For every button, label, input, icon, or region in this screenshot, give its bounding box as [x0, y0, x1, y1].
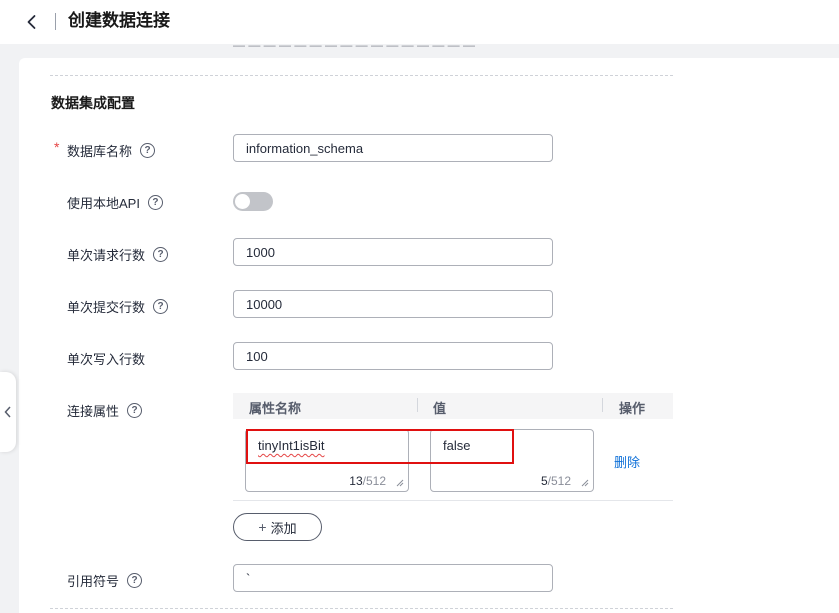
table-row-divider [233, 500, 673, 501]
delete-row-link[interactable]: 删除 [614, 452, 640, 471]
commit-rows-value: 10000 [246, 296, 283, 312]
quote-char-label: 引用符号 ? [67, 571, 143, 590]
commit-rows-label: 单次提交行数 ? [67, 297, 169, 316]
char-counter: 13/512 [349, 474, 386, 488]
write-rows-label-text: 单次写入行数 [67, 352, 146, 367]
col-header-action: 操作 [619, 401, 646, 416]
help-icon[interactable]: ? [140, 143, 156, 158]
local-api-label-text: 使用本地API [67, 196, 140, 211]
add-property-button[interactable]: + 添加 [233, 513, 322, 541]
write-rows-value: 100 [246, 348, 268, 364]
collapse-sidebar-handle[interactable] [0, 372, 16, 452]
props-table-header: 属性名称 值 操作 [233, 393, 673, 419]
conn-props-label-text: 连接属性 [67, 404, 120, 419]
col-divider [602, 398, 603, 412]
char-counter: 5/512 [541, 474, 571, 488]
section-divider-bottom [50, 608, 673, 609]
col-header-name: 属性名称 [249, 401, 302, 416]
fetch-rows-label: 单次请求行数 ? [67, 245, 169, 264]
required-mark: * [54, 139, 60, 155]
help-icon[interactable]: ? [127, 573, 143, 588]
toggle-knob [235, 194, 250, 209]
title-divider [55, 13, 56, 30]
char-count-max: /512 [547, 474, 571, 488]
back-button[interactable] [20, 10, 44, 34]
db-name-input[interactable]: information_schema [233, 134, 553, 162]
char-count-current: 5 [540, 474, 548, 488]
resize-handle-icon[interactable] [396, 479, 404, 487]
section-title: 数据集成配置 [51, 95, 135, 111]
commit-rows-input[interactable]: 10000 [233, 290, 553, 318]
resize-handle-icon[interactable] [581, 479, 589, 487]
db-name-label-text: 数据库名称 [67, 144, 133, 159]
quote-char-value: ` [246, 570, 251, 586]
commit-rows-label-text: 单次提交行数 [67, 300, 146, 315]
db-name-value: information_schema [246, 140, 364, 156]
plus-icon: + [258, 519, 267, 535]
quote-char-input[interactable]: ` [233, 564, 553, 592]
local-api-toggle[interactable] [233, 192, 273, 211]
fetch-rows-input[interactable]: 1000 [233, 238, 553, 266]
col-header-value: 值 [433, 401, 447, 416]
help-icon[interactable]: ? [127, 403, 143, 418]
fetch-rows-value: 1000 [246, 244, 275, 260]
write-rows-label: 单次写入行数 [67, 349, 145, 368]
char-count-current: 13 [349, 474, 363, 488]
local-api-label: 使用本地API ? [67, 193, 163, 212]
conn-props-label: 连接属性 ? [67, 401, 143, 420]
write-rows-input[interactable]: 100 [233, 342, 553, 370]
page-title: 创建数据连接 [68, 11, 170, 30]
clipped-help-text: — — — — — — — — — — — — — — — — [233, 44, 476, 52]
chevron-left-icon [27, 15, 36, 29]
section-divider-top [50, 75, 673, 76]
col-divider [417, 398, 418, 412]
help-icon[interactable]: ? [147, 195, 163, 210]
quote-char-label-text: 引用符号 [67, 574, 120, 589]
db-name-label: 数据库名称 ? [67, 141, 156, 160]
annotation-highlight-box [246, 429, 514, 464]
top-bar: 创建数据连接 [0, 0, 839, 44]
help-icon[interactable]: ? [153, 299, 169, 314]
help-icon[interactable]: ? [153, 247, 169, 262]
fetch-rows-label-text: 单次请求行数 [67, 248, 146, 263]
add-button-label: 添加 [270, 520, 297, 536]
char-count-max: /512 [362, 474, 386, 488]
chevron-left-icon [4, 406, 11, 418]
